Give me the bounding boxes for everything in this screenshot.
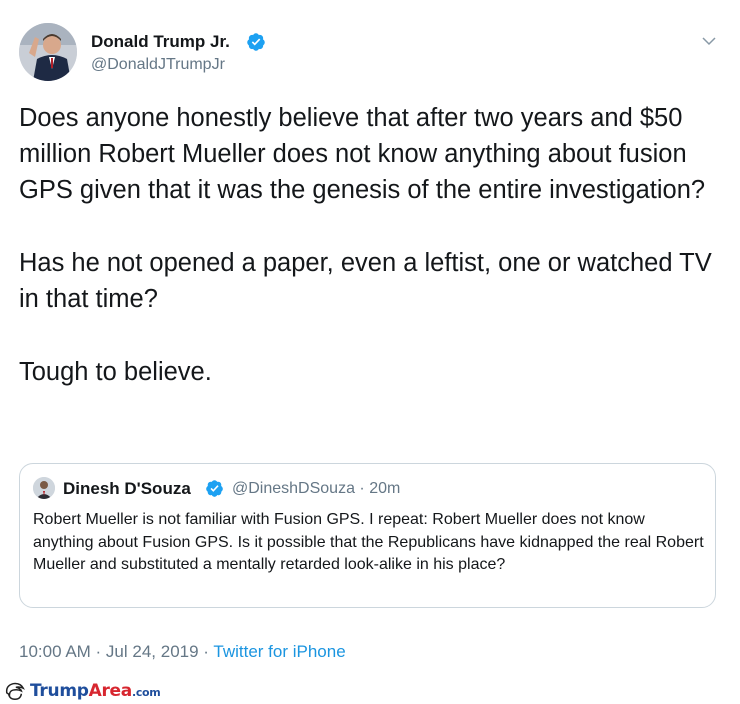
tweet-paragraph: Does anyone honestly believe that after … <box>19 104 706 204</box>
timestamp-text[interactable]: 10:00 AM · Jul 24, 2019 · <box>19 642 213 661</box>
quoted-author-name: Dinesh D'Souza <box>63 479 191 498</box>
tweet-source-link[interactable]: Twitter for iPhone <box>213 642 345 661</box>
quoted-tweet[interactable]: Dinesh D'Souza @DineshDSouza · 20m Rober… <box>19 463 716 608</box>
quoted-tweet-text: Robert Mueller is not familiar with Fusi… <box>33 511 704 573</box>
tweet-card: Donald Trump Jr. @DonaldJTrumpJr Does an… <box>0 0 740 676</box>
tweet-paragraph: Tough to believe. <box>19 358 212 386</box>
quoted-author-avatar <box>33 477 55 499</box>
author-avatar[interactable] <box>19 23 77 81</box>
watermark-area: Area <box>88 681 133 701</box>
tweet-text: Does anyone honestly believe that after … <box>19 100 719 390</box>
verified-badge-icon <box>247 33 265 51</box>
tweet-timestamp: 10:00 AM · Jul 24, 2019 · Twitter for iP… <box>19 642 346 662</box>
verified-badge-icon <box>206 480 223 497</box>
watermark-trump: Trump <box>30 681 89 701</box>
author-name[interactable]: Donald Trump Jr. <box>91 32 230 52</box>
chevron-down-icon[interactable] <box>700 32 718 50</box>
watermark-domain: .com <box>131 686 161 699</box>
trump-hair-logo-icon <box>5 682 25 700</box>
author-handle[interactable]: @DonaldJTrumpJr <box>91 56 225 74</box>
watermark-logo: TrumpArea.com <box>30 681 161 701</box>
tweet-paragraph: Has he not opened a paper, even a leftis… <box>19 249 712 313</box>
quoted-author-handle: @DineshDSouza · 20m <box>232 480 401 497</box>
